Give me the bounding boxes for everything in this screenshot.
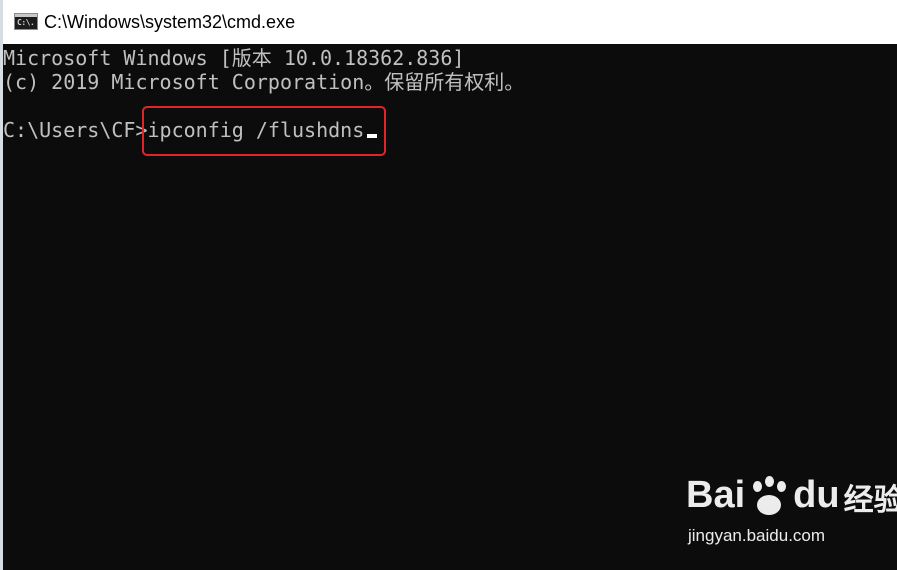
title-bar[interactable]: C:\. C:\Windows\system32\cmd.exe — [3, 0, 897, 44]
console-line-copyright: (c) 2019 Microsoft Corporation。保留所有权利。 — [3, 70, 525, 94]
icon-glyph: C:\. — [17, 18, 35, 27]
cmd-console-icon[interactable]: C:\. — [14, 13, 38, 30]
baidu-logo: Bai du 经验 — [686, 470, 897, 520]
cmd-window: C:\. C:\Windows\system32\cmd.exe Microso… — [0, 0, 897, 570]
icon-title-strip — [15, 14, 37, 17]
console-line-version: Microsoft Windows [版本 10.0.18362.836] — [3, 46, 465, 70]
watermark-url: jingyan.baidu.com — [688, 526, 826, 545]
baidu-jingyan-watermark: Bai du 经验 jingyan.baidu.com — [686, 470, 897, 554]
window-title: C:\Windows\system32\cmd.exe — [44, 12, 296, 32]
logo-text-du: du — [793, 474, 840, 516]
baidu-paw-icon — [747, 475, 791, 519]
command-highlight-box — [142, 106, 386, 156]
logo-text-bai: Bai — [686, 474, 746, 516]
logo-text-jingyan: 经验 — [843, 482, 897, 518]
